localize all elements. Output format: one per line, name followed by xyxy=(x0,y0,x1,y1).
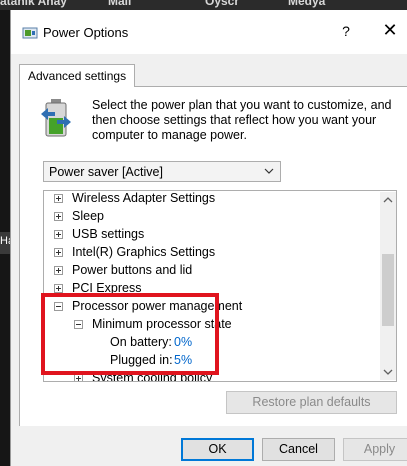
help-button[interactable]: ? xyxy=(337,23,355,39)
tree-item-label: On battery: xyxy=(110,335,172,349)
restore-plan-defaults-button[interactable]: Restore plan defaults xyxy=(226,391,397,414)
power-plan-dropdown[interactable]: Power saver [Active] xyxy=(43,161,281,182)
tree-item-label: Sleep xyxy=(72,209,104,223)
background-menu-item: Mail xyxy=(108,0,132,8)
vertical-scrollbar[interactable] xyxy=(380,192,396,380)
close-button[interactable]: ✕ xyxy=(379,20,401,41)
expand-icon[interactable] xyxy=(54,284,63,293)
power-options-dialog: Power Options ? ✕ Advanced settings Sele… xyxy=(10,10,407,466)
expand-icon[interactable] xyxy=(54,266,63,275)
on-battery-value[interactable]: 0% xyxy=(174,335,192,349)
scroll-up-icon[interactable] xyxy=(380,192,396,208)
intro-text: Select the power plan that you want to c… xyxy=(92,98,392,142)
settings-tree[interactable]: Wireless Adapter Settings Sleep USB sett… xyxy=(43,190,397,382)
scroll-thumb[interactable] xyxy=(382,254,394,326)
title-bar[interactable]: Power Options ? ✕ xyxy=(11,10,407,54)
tree-item-label: Power buttons and lid xyxy=(72,263,193,277)
power-plan-value: Power saver [Active] xyxy=(49,165,163,179)
tree-item-label: Processor power management xyxy=(72,299,243,313)
scroll-down-icon[interactable] xyxy=(380,364,396,380)
expand-icon[interactable] xyxy=(54,230,63,239)
expand-icon[interactable] xyxy=(54,212,63,221)
background-menu-bar: atanık Anay Mail Oyscr Medya xyxy=(0,0,407,10)
tree-item-label: Intel(R) Graphics Settings xyxy=(72,245,216,259)
plugged-in-value[interactable]: 5% xyxy=(174,353,192,367)
tree-item-label: USB settings xyxy=(72,227,145,241)
background-highlight-row: Ha xyxy=(0,232,14,254)
background-menu-item: Medya xyxy=(288,0,326,8)
expand-icon[interactable] xyxy=(74,374,83,381)
dialog-title: Power Options xyxy=(43,25,129,40)
collapse-icon[interactable] xyxy=(74,320,83,329)
tree-item-label: Plugged in: xyxy=(110,353,173,367)
expand-icon[interactable] xyxy=(54,194,63,203)
tree-item-label: Minimum processor state xyxy=(92,317,232,331)
expand-icon[interactable] xyxy=(54,248,63,257)
tab-advanced-settings[interactable]: Advanced settings xyxy=(19,64,136,87)
power-options-icon xyxy=(22,27,38,39)
tree-item-label: PCI Express xyxy=(72,281,142,295)
background-menu-item: atanık Anay xyxy=(0,0,67,8)
battery-icon xyxy=(41,99,71,137)
chevron-down-icon xyxy=(264,168,274,174)
tree-item-label: System cooling policy xyxy=(92,371,213,382)
cancel-button[interactable]: Cancel xyxy=(262,438,335,461)
tree-item-label: Wireless Adapter Settings xyxy=(72,191,216,205)
background-menu-item: Oyscr xyxy=(205,0,240,8)
collapse-icon[interactable] xyxy=(54,302,63,311)
apply-button[interactable]: Apply xyxy=(343,438,407,461)
ok-button[interactable]: OK xyxy=(181,438,254,461)
